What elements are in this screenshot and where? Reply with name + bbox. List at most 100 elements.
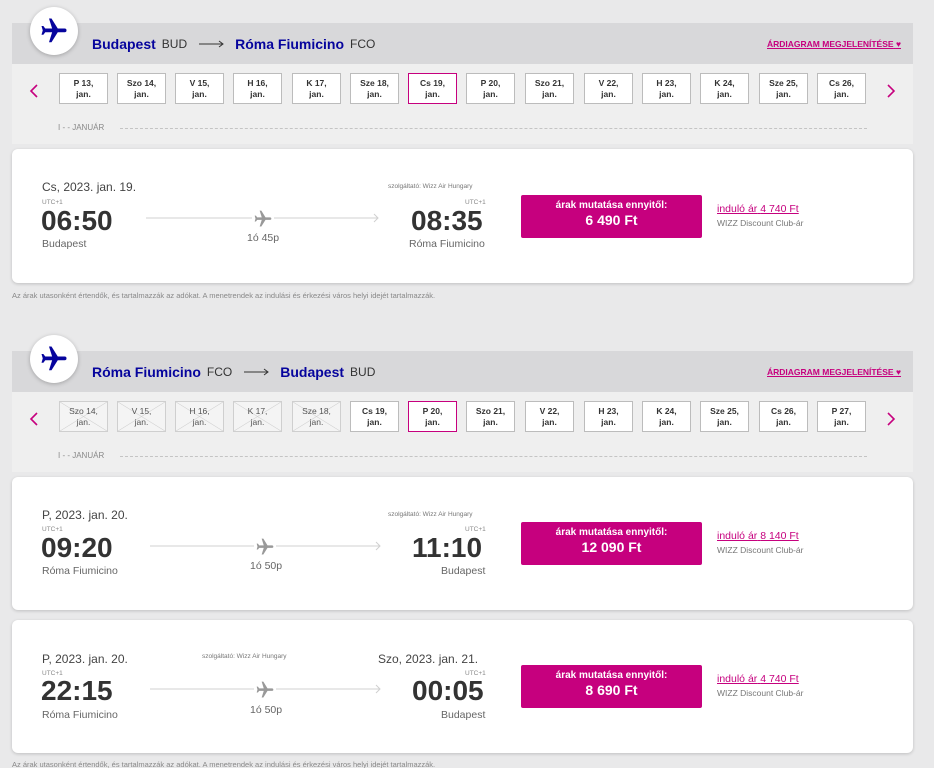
date-day: P 20, (480, 78, 501, 88)
date-option[interactable]: Szo 14, jan. (117, 73, 166, 104)
date-day: Szo 14, (126, 78, 157, 88)
flight-card: P, 2023. jan. 20. szolgáltató: Wizz Air … (12, 620, 913, 753)
date-month: jan. (367, 89, 382, 99)
club-price-value: 4 740 Ft (760, 203, 799, 215)
date-month: jan. (425, 89, 440, 99)
date-option[interactable]: Szo 21, jan. (525, 73, 574, 104)
date-option[interactable]: Sze 25, jan. (700, 401, 749, 432)
date-month: jan. (601, 89, 616, 99)
date-option[interactable]: Cs 26, jan. (759, 401, 808, 432)
date-option[interactable]: V 22, jan. (584, 73, 633, 104)
date-option[interactable]: Sze 18, jan. (350, 73, 399, 104)
date-option-selected[interactable]: Cs 19, jan. (408, 73, 457, 104)
month-row: I - - JANUÁR (12, 450, 913, 472)
prev-dates-chevron-icon[interactable] (26, 81, 42, 101)
date-option[interactable]: P 13, jan. (59, 73, 108, 104)
destination-city: Budapest (280, 364, 345, 380)
club-price-link[interactable]: induló ár 4 740 Ft (717, 203, 799, 215)
month-label: I - - JANUÁR (58, 451, 105, 460)
price-chart-link-label: ÁRDIAGRAM MEGJELENÍTÉSE (767, 367, 894, 377)
price-chart-link[interactable]: ÁRDIAGRAM MEGJELENÍTÉSE ♥ (767, 39, 901, 49)
date-month: jan. (134, 417, 149, 427)
club-price-prefix: induló ár (717, 673, 758, 685)
operator-label: szolgáltató: Wizz Air Hungary (388, 511, 473, 518)
date-option-disabled: Szo 14, jan. (59, 401, 108, 432)
departure-date: P, 2023. jan. 20. (42, 508, 128, 522)
month-name: JANUÁR (72, 123, 105, 132)
date-option[interactable]: H 16, jan. (233, 73, 282, 104)
date-option[interactable]: P 20, jan. (466, 73, 515, 104)
date-day: Sze 18, (302, 406, 331, 416)
date-day: Sze 25, (710, 406, 739, 416)
date-day: Cs 26, (828, 78, 855, 88)
origin-code: BUD (161, 37, 188, 51)
date-month: jan. (659, 89, 674, 99)
departure-city: Róma Fiumicino (42, 565, 118, 577)
show-prices-button[interactable]: árak mutatása ennyitől: 6 490 Ft (521, 195, 702, 238)
prev-dates-chevron-icon[interactable] (26, 409, 42, 429)
club-price-value: 8 140 Ft (760, 530, 799, 542)
operator-label: szolgáltató: Wizz Air Hungary (388, 183, 473, 190)
price-chart-link[interactable]: ÁRDIAGRAM MEGJELENÍTÉSE ♥ (767, 367, 901, 377)
date-day: K 17, (306, 78, 327, 88)
month-row: I - - JANUÁR (12, 122, 913, 144)
date-day: P 27, (831, 406, 852, 416)
departure-time: 09:20 (41, 532, 113, 563)
outbound-section: Budapest BUD Róma Fiumicino FCO ÁRDIAGRA… (12, 7, 913, 144)
arrival-city: Budapest (441, 709, 486, 721)
departure-date: Cs, 2023. jan. 19. (42, 180, 137, 194)
destination-code: FCO (350, 37, 376, 51)
date-month: jan. (250, 89, 265, 99)
date-month: jan. (776, 417, 791, 427)
date-day: Cs 19, (361, 406, 388, 416)
date-option[interactable]: P 27, jan. (817, 401, 866, 432)
date-option[interactable]: H 23, jan. (642, 73, 691, 104)
date-month: jan. (425, 417, 440, 427)
date-option[interactable]: Cs 19, jan. (350, 401, 399, 432)
heart-icon: ♥ (895, 367, 901, 377)
date-option[interactable]: Szo 21, jan. (466, 401, 515, 432)
date-day: Szo 21, (534, 78, 565, 88)
heart-icon: ♥ (895, 39, 901, 49)
date-month: jan. (834, 417, 849, 427)
show-prices-button[interactable]: árak mutatása ennyitől: 12 090 Ft (521, 522, 702, 565)
next-dates-chevron-icon[interactable] (883, 409, 899, 429)
date-month: jan. (134, 89, 149, 99)
departure-date: P, 2023. jan. 20. (42, 652, 128, 666)
date-option-disabled: V 15, jan. (117, 401, 166, 432)
next-dates-chevron-icon[interactable] (883, 81, 899, 101)
date-option[interactable]: K 24, jan. (642, 401, 691, 432)
date-month: jan. (309, 89, 324, 99)
club-label: WIZZ Discount Club-ár (717, 218, 804, 228)
month-divider (120, 128, 867, 129)
airplane-icon (30, 335, 78, 383)
origin-city: Budapest (92, 36, 156, 52)
date-option[interactable]: H 23, jan. (584, 401, 633, 432)
date-option[interactable]: Sze 25, jan. (759, 73, 808, 104)
date-month: jan. (76, 89, 91, 99)
date-day: P 20, (422, 406, 443, 416)
club-price-link[interactable]: induló ár 4 740 Ft (717, 673, 799, 685)
arrival-time: 11:10 (412, 532, 483, 563)
date-month: jan. (483, 89, 498, 99)
date-month: jan. (192, 89, 207, 99)
date-option[interactable]: K 24, jan. (700, 73, 749, 104)
flight-duration: 1ó 45p (247, 232, 280, 244)
date-option[interactable]: K 17, jan. (292, 73, 341, 104)
return-section: Róma Fiumicino FCO Budapest BUD ÁRDIAGRA… (12, 335, 913, 472)
date-option[interactable]: V 22, jan. (525, 401, 574, 432)
return-date-selector: Szo 14, jan. V 15, jan. H 16, jan. K 17, jan… (12, 392, 913, 450)
show-prices-button[interactable]: árak mutatása ennyitől: 8 690 Ft (521, 665, 702, 708)
date-day: H 16, (247, 78, 268, 88)
price-value: 6 490 Ft (585, 212, 638, 228)
return-route-bar: Róma Fiumicino FCO Budapest BUD ÁRDIAGRA… (12, 335, 913, 392)
date-day: V 22, (539, 406, 560, 416)
date-option-selected[interactable]: P 20, jan. (408, 401, 457, 432)
date-option[interactable]: V 15, jan. (175, 73, 224, 104)
club-price-link[interactable]: induló ár 8 140 Ft (717, 530, 799, 542)
date-option[interactable]: Cs 26, jan. (817, 73, 866, 104)
flight-duration: 1ó 50p (250, 560, 283, 572)
date-day: Sze 18, (360, 78, 389, 88)
month-divider (120, 456, 867, 457)
date-day: V 22, (598, 78, 619, 88)
